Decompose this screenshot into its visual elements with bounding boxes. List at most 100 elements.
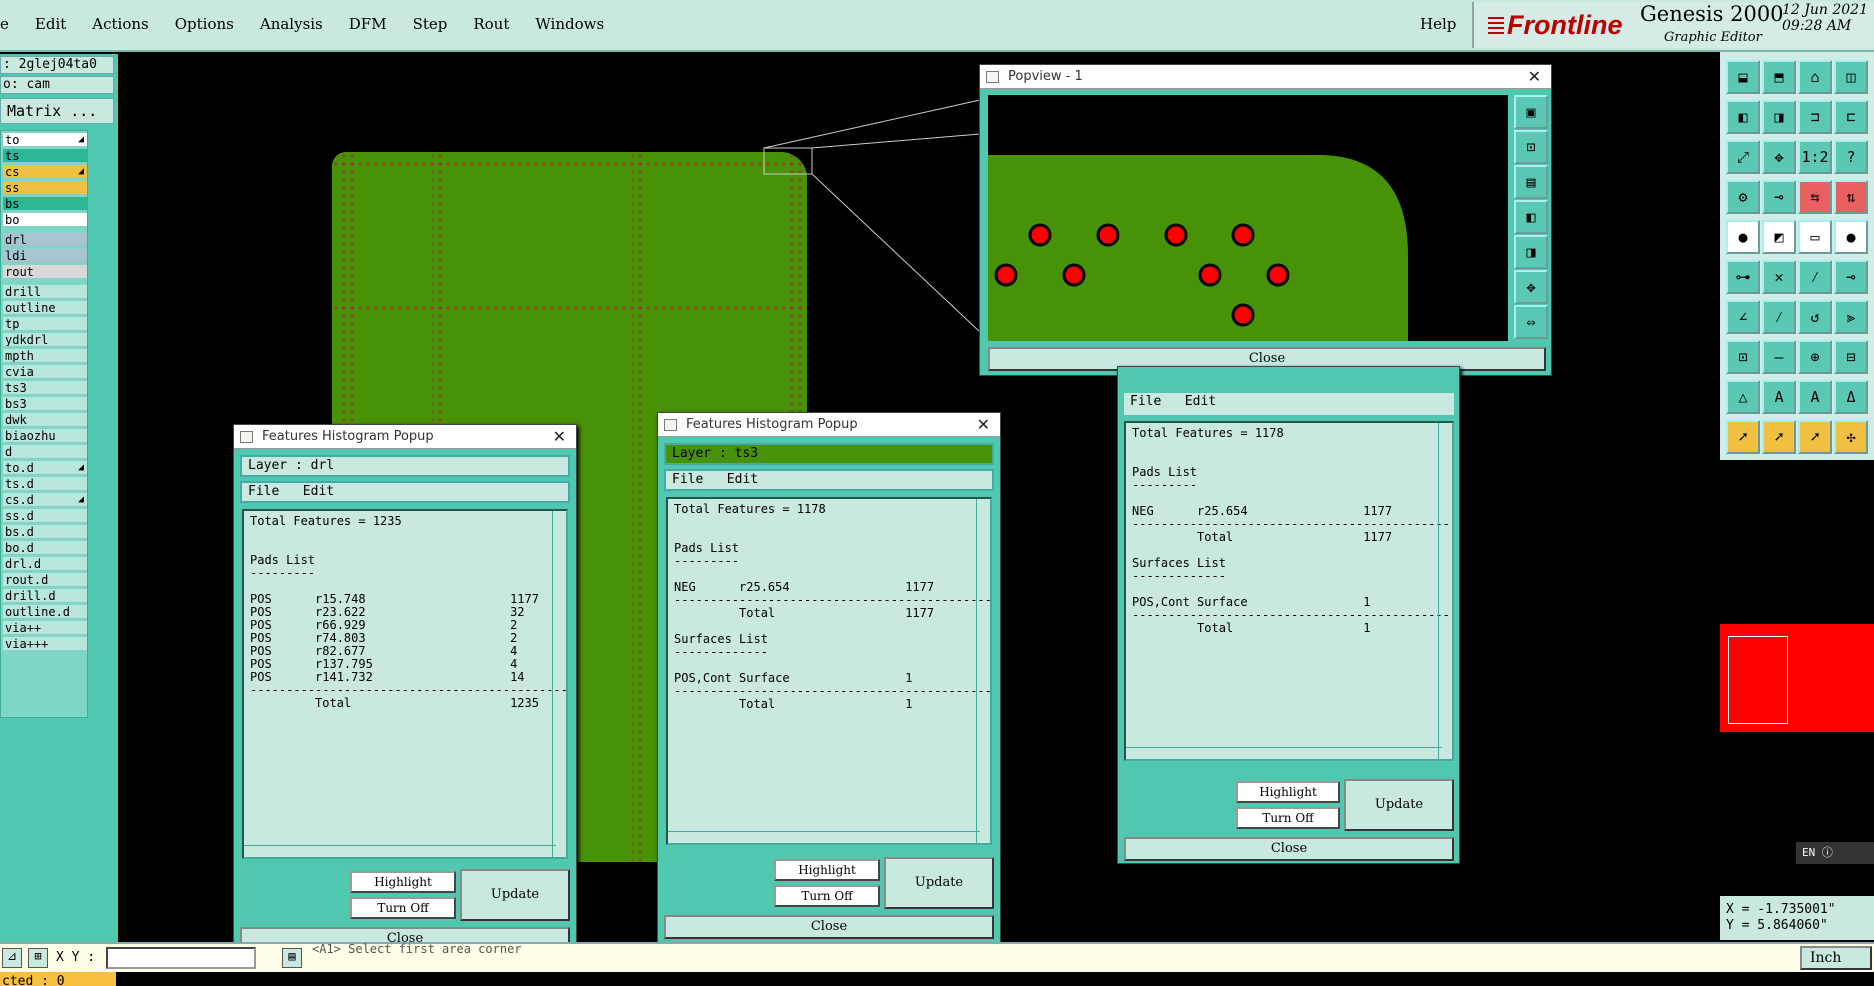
layer-row[interactable]: drl.d xyxy=(3,557,87,571)
layer-row[interactable]: ss xyxy=(3,181,87,195)
tool-delete-icon[interactable]: ✕ xyxy=(1762,260,1796,294)
pad[interactable] xyxy=(1164,223,1188,247)
tool-center-icon[interactable]: ⊕ xyxy=(1798,340,1832,374)
hist3-turnoff-button[interactable]: Turn Off xyxy=(1236,807,1340,829)
layer-row[interactable]: biaozhu xyxy=(3,429,87,443)
menu-help[interactable]: Help xyxy=(1420,15,1456,33)
pad[interactable] xyxy=(1096,223,1120,247)
layer-row[interactable]: ldi xyxy=(3,249,87,263)
tool-home-icon[interactable]: ⌂ xyxy=(1798,60,1832,94)
hist2-highlight-button[interactable]: Highlight xyxy=(774,859,880,881)
hist1-highlight-button[interactable]: Highlight xyxy=(350,871,456,893)
tool-add-pad-icon[interactable]: ⊡ xyxy=(1726,340,1760,374)
tool-delta-icon[interactable]: Δ xyxy=(1834,380,1868,414)
hist2-vscrollbar[interactable] xyxy=(976,499,990,843)
tool-settings-icon[interactable]: ⚙ xyxy=(1726,180,1760,214)
layer-row[interactable]: via++ xyxy=(3,621,87,635)
hist2-turnoff-button[interactable]: Turn Off xyxy=(774,885,880,907)
tool-angle-icon[interactable]: ∠ xyxy=(1726,300,1760,334)
layer-row[interactable]: outline.d xyxy=(3,605,87,619)
hist3-close-button[interactable]: Close xyxy=(1124,837,1454,861)
tool-connect-icon[interactable]: ⊸ xyxy=(1762,180,1796,214)
tool-select-icon[interactable]: ➚ xyxy=(1726,420,1760,454)
tool-text-a-icon[interactable]: A xyxy=(1762,380,1796,414)
pad[interactable] xyxy=(1231,303,1255,327)
layer-row[interactable]: drill xyxy=(3,285,87,299)
hist3-menu-edit[interactable]: Edit xyxy=(1185,394,1216,409)
layer-row[interactable]: via+++ xyxy=(3,637,87,651)
hist1-hscrollbar[interactable] xyxy=(244,845,556,857)
close-icon[interactable]: ✕ xyxy=(1528,65,1541,89)
layer-row[interactable]: bo.d xyxy=(3,541,87,555)
tool-scale-icon[interactable]: 1:2 xyxy=(1798,140,1832,174)
tool-fit-icon[interactable]: ⤢ xyxy=(1726,140,1760,174)
tool-surface-icon[interactable]: ◩ xyxy=(1762,220,1796,254)
popview-tool-2[interactable]: ⊡ xyxy=(1514,130,1548,164)
layer-row[interactable]: cvia xyxy=(3,365,87,379)
popview-tool-4[interactable]: ◧ xyxy=(1514,200,1548,234)
menu-actions[interactable]: Actions xyxy=(92,15,148,33)
menu-rout[interactable]: Rout xyxy=(473,15,509,33)
hist3-hscrollbar[interactable] xyxy=(1126,747,1442,759)
grid-icon[interactable]: ⊞ xyxy=(28,948,48,968)
layer-row[interactable]: ss.d xyxy=(3,509,87,523)
popview-tool-6[interactable]: ✥ xyxy=(1514,270,1548,304)
tool-draw-icon[interactable]: ⁄ xyxy=(1762,300,1796,334)
pad[interactable] xyxy=(1266,263,1290,287)
tool-align-v-icon[interactable]: ⇅ xyxy=(1834,180,1868,214)
hist3-report-area[interactable]: Total Features = 1178 Pads List --------… xyxy=(1124,421,1454,761)
overview-viewport[interactable] xyxy=(1728,636,1788,724)
tool-text-b-icon[interactable]: A xyxy=(1798,380,1832,414)
hist3-update-button[interactable]: Update xyxy=(1344,779,1454,831)
layer-row[interactable]: to.d ◢ xyxy=(3,461,87,475)
layer-row[interactable]: bo xyxy=(3,213,87,227)
tool-pan-icon[interactable]: ✥ xyxy=(1762,140,1796,174)
layer-row[interactable]: ts3 xyxy=(3,381,87,395)
snap-icon[interactable]: ⊿ xyxy=(2,948,22,968)
tool-copy-icon[interactable]: ⬓ xyxy=(1726,60,1760,94)
popview-tool-7[interactable]: ⇔ xyxy=(1514,305,1548,339)
tool-align-h-icon[interactable]: ⇆ xyxy=(1798,180,1832,214)
help-icon[interactable]: ⓘ xyxy=(1822,846,1833,859)
layer-row[interactable]: to ◢ xyxy=(3,133,87,147)
hist1-update-button[interactable]: Update xyxy=(460,869,570,921)
menu-analysis[interactable]: Analysis xyxy=(260,15,323,33)
layer-row[interactable]: cs.d ◢ xyxy=(3,493,87,507)
hist1-vscrollbar[interactable] xyxy=(552,511,566,857)
hist2-menu-edit[interactable]: Edit xyxy=(727,472,758,487)
layer-row[interactable]: rout xyxy=(3,265,87,279)
tool-flip-icon[interactable]: ⊏ xyxy=(1834,100,1868,134)
layer-row[interactable]: cs ◢ xyxy=(3,165,87,179)
tool-pick-icon[interactable]: ➚ xyxy=(1762,420,1796,454)
tool-prev-icon[interactable]: ◧ xyxy=(1726,100,1760,134)
menu-dfm[interactable]: DFM xyxy=(349,15,387,33)
pad[interactable] xyxy=(1198,263,1222,287)
tool-link-icon[interactable]: ⊶ xyxy=(1726,260,1760,294)
tool-snap-icon[interactable]: ➚ xyxy=(1798,420,1832,454)
layer-row[interactable]: bs xyxy=(3,197,87,211)
hist1-menu-file[interactable]: File xyxy=(248,484,279,499)
units-selector[interactable]: Inch xyxy=(1800,946,1872,970)
tool-step-icon[interactable]: ⫸ xyxy=(1834,300,1868,334)
ime-indicator[interactable]: EN ⓘ xyxy=(1796,842,1874,864)
tool-group-icon[interactable]: ⊟ xyxy=(1834,340,1868,374)
layer-row[interactable]: dwk xyxy=(3,413,87,427)
tool-mirror-icon[interactable]: ⊐ xyxy=(1798,100,1832,134)
menu-file[interactable]: e xyxy=(0,15,9,33)
layer-row[interactable]: bs3 xyxy=(3,397,87,411)
layer-row[interactable]: ydkdrl xyxy=(3,333,87,347)
tool-query-icon[interactable]: ? xyxy=(1834,140,1868,174)
hist2-report-area[interactable]: Total Features = 1178 Pads List --------… xyxy=(666,497,992,845)
overview-map[interactable] xyxy=(1720,624,1874,732)
pad[interactable] xyxy=(1028,223,1052,247)
pad[interactable] xyxy=(1231,223,1255,247)
xy-input[interactable] xyxy=(106,947,256,969)
matrix-button[interactable]: Matrix ... xyxy=(0,98,114,124)
layer-row[interactable]: drl xyxy=(3,233,87,247)
hist1-turnoff-button[interactable]: Turn Off xyxy=(350,897,456,919)
menu-options[interactable]: Options xyxy=(175,15,234,33)
tool-move-icon[interactable]: ⬒ xyxy=(1762,60,1796,94)
close-icon[interactable]: ✕ xyxy=(553,425,566,449)
tool-next-icon[interactable]: ◨ xyxy=(1762,100,1796,134)
tool-rotate-icon[interactable]: ↺ xyxy=(1798,300,1832,334)
